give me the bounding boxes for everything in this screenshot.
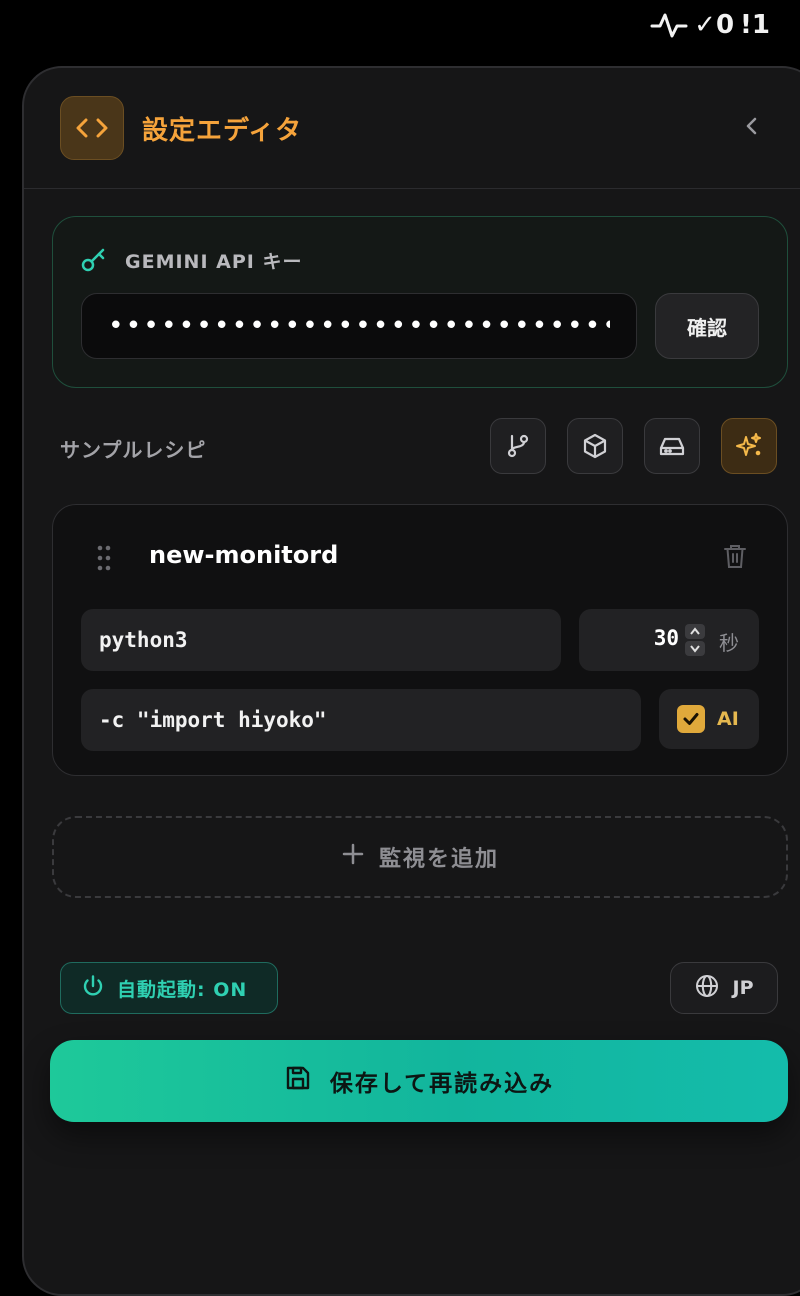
language-button[interactable]: JP (670, 962, 778, 1014)
drag-handle-icon[interactable] (97, 545, 111, 575)
power-icon (81, 974, 105, 1003)
ai-toggle[interactable]: AI (659, 689, 759, 749)
trash-icon[interactable] (723, 543, 747, 573)
warning-count: !1 (740, 10, 770, 40)
interval-value[interactable]: 30 (579, 626, 679, 650)
interval-stepper[interactable]: 30 秒 (579, 609, 759, 671)
api-key-input[interactable] (81, 293, 637, 359)
autostart-toggle[interactable]: 自動起動: ON (60, 962, 278, 1014)
drive-icon[interactable] (644, 418, 700, 474)
sparkles-icon[interactable] (721, 418, 777, 474)
ai-label: AI (717, 708, 739, 730)
page-title: 設定エディタ (142, 116, 303, 146)
activity-icon (650, 11, 688, 39)
status-bar: ✓0 !1 (0, 0, 800, 56)
panel-header: 設定エディタ (24, 68, 800, 189)
key-icon (81, 247, 107, 277)
api-key-label: GEMINI API キー (125, 251, 303, 273)
checkbox-checked-icon[interactable] (677, 705, 705, 733)
chevron-left-icon[interactable] (740, 114, 764, 138)
language-label: JP (732, 977, 754, 999)
interval-unit: 秒 (719, 631, 739, 655)
ok-count: ✓0 (694, 10, 735, 40)
add-monitor-button[interactable]: 監視を追加 (52, 816, 788, 898)
add-monitor-label: 監視を追加 (378, 847, 499, 872)
autostart-label: 自動起動: ON (117, 978, 248, 1001)
save-label: 保存して再読み込み (329, 1071, 555, 1097)
code-icon (60, 96, 124, 160)
save-icon (284, 1064, 312, 1098)
spinner-icon[interactable] (685, 624, 705, 656)
git-branch-icon[interactable] (490, 418, 546, 474)
plus-icon (341, 842, 365, 872)
sample-recipes-label: サンプルレシピ (60, 438, 207, 462)
confirm-button[interactable]: 確認 (655, 293, 759, 359)
monitor-name[interactable]: new-monitord (149, 541, 338, 569)
monitor-card: new-monitord 30 秒 AI (52, 504, 788, 776)
command-input[interactable] (81, 609, 561, 671)
box-icon[interactable] (567, 418, 623, 474)
settings-panel: 設定エディタ GEMINI API キー 確認 サンプルレシピ new-moni… (22, 66, 800, 1296)
args-input[interactable] (81, 689, 641, 751)
globe-icon (695, 974, 719, 1003)
save-reload-button[interactable]: 保存して再読み込み (50, 1040, 788, 1122)
api-key-card: GEMINI API キー 確認 (52, 216, 788, 388)
